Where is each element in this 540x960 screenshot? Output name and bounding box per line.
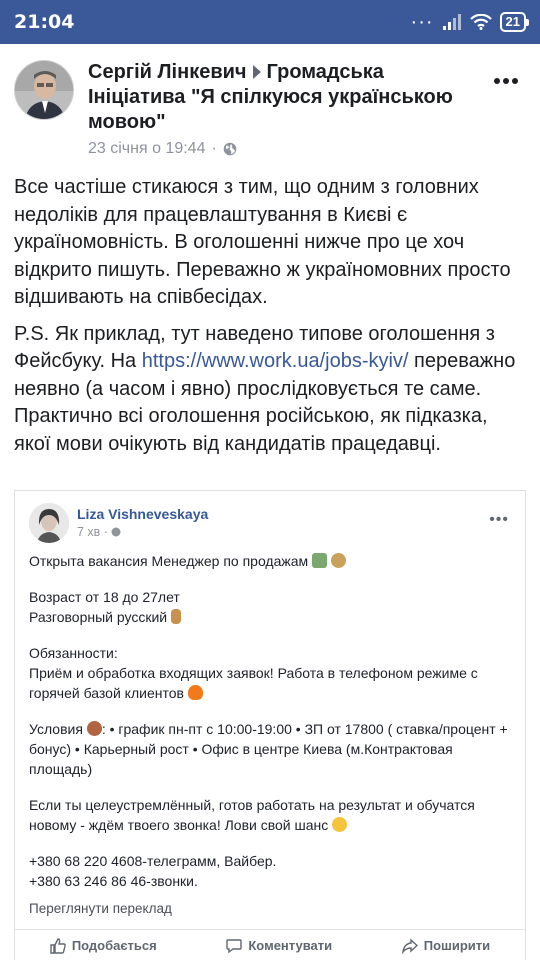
post-paragraph-1: Все частіше стикаюся з тим, що одним з г…: [14, 176, 511, 308]
embedded-body: Открыта вакансия Менеджер по продажам Во…: [29, 551, 509, 919]
embedded-share: Поширити: [401, 937, 491, 954]
signal-icon: [442, 14, 461, 30]
embedded-line-1: Открыта вакансия Менеджер по продажам: [29, 551, 509, 571]
fire-emoji-icon: [187, 685, 203, 700]
embedded-time: 7 хв ·: [77, 525, 121, 539]
embedded-comment: Коментувати: [226, 938, 332, 954]
author-avatar[interactable]: [14, 60, 74, 120]
embedded-line-2: Возраст от 18 до 27лет: [29, 589, 180, 605]
author-block: Сергій Лінкевич Громадська Ініціатива "Я …: [88, 60, 478, 158]
embedded-line-8-9: +380 68 220 4608-телеграмм, Вайбер. +380 …: [29, 851, 509, 891]
globe-icon: [223, 142, 237, 156]
status-bar: 21:04 ··· 21: [0, 0, 540, 44]
embedded-globe-icon: [111, 527, 121, 537]
embedded-line-8: +380 68 220 4608-телеграмм, Вайбер.: [29, 853, 277, 869]
embedded-author-name: Liza Vishneveskaya: [77, 506, 209, 522]
author-name[interactable]: Сергій Лінкевич: [88, 61, 247, 83]
comment-icon: [226, 938, 243, 953]
see-translation-link: Переглянути переклад: [29, 901, 172, 916]
embedded-like: Подобається: [50, 937, 157, 954]
post-meta: 23 січня о 19:44 ·: [88, 140, 478, 158]
battery-icon: 21: [499, 12, 530, 32]
embedded-actions: Подобається Коментувати Поширити: [15, 929, 525, 960]
embedded-line-4-5: Обязанности: Приём и обработка входящих з…: [29, 643, 509, 703]
author-line: Сергій Лінкевич Громадська Ініціатива "Я …: [88, 60, 478, 135]
post-paragraph-2: P.S. Як приклад, тут наведено типове ого…: [14, 321, 528, 459]
comment-label: Коментувати: [248, 938, 333, 953]
money-bag-emoji-icon: [330, 553, 346, 568]
post-text: Все частіше стикаюся з тим, що одним з г…: [14, 174, 528, 467]
thumbs-up-icon: [50, 937, 66, 954]
embedded-more-icon: •••: [489, 511, 509, 528]
arrow-right-icon: [252, 65, 261, 80]
work-ua-link[interactable]: https://www.work.ua/jobs-kyiv/: [142, 350, 409, 372]
more-options-icon[interactable]: [494, 78, 518, 86]
like-label: Подобається: [71, 938, 157, 953]
notification-dots-icon: ···: [410, 11, 434, 33]
share-label: Поширити: [423, 938, 491, 953]
status-icons: ··· 21: [410, 11, 530, 33]
embedded-line-4: Обязанности:: [29, 645, 118, 661]
money-emoji-icon: [312, 553, 328, 568]
share-icon: [401, 937, 418, 954]
embedded-line-5: Приём и обработка входящих заявок! Работ…: [29, 665, 478, 701]
embedded-line-7: Если ты целеустремлённый, готов работать…: [29, 797, 475, 833]
embedded-line-6: Условия : • график пн-пт с 10:00-19:00 •…: [29, 721, 508, 777]
ok-hand-emoji-icon: [171, 609, 181, 624]
post-header: Сергій Лінкевич Громадська Ініціатива "Я …: [14, 60, 526, 160]
embedded-line-2-3: Возраст от 18 до 27лет Разговорный русски…: [29, 587, 509, 627]
embedded-line-3: Разговорный русский: [29, 609, 168, 625]
status-time: 21:04: [14, 11, 75, 33]
post-date[interactable]: 23 січня о 19:44: [88, 140, 205, 158]
meta-separator: ·: [211, 140, 217, 157]
embedded-avatar: [29, 503, 69, 543]
wink-emoji-icon: [332, 817, 348, 832]
person-emoji-icon: [86, 721, 102, 736]
wifi-icon: [469, 14, 492, 30]
embedded-post-image[interactable]: Liza Vishneveskaya 7 хв · ••• Открыта ва…: [14, 490, 526, 960]
embedded-line-9: +380 63 246 86 46-звонки.: [29, 873, 198, 889]
